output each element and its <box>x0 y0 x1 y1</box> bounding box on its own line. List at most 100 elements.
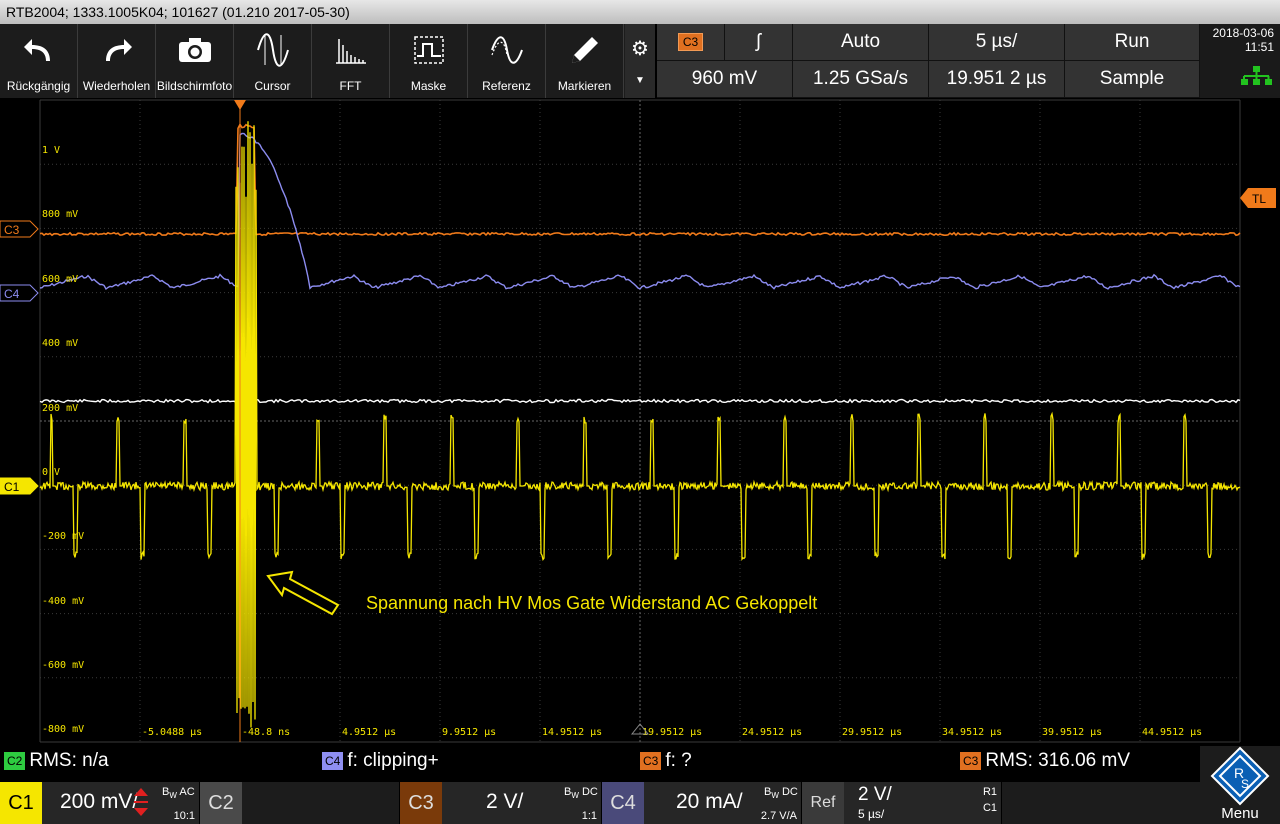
channel-c4[interactable]: C4 20 mA/ BW DC 2.7 V/A <box>602 782 802 824</box>
channel-c3[interactable]: C3 2 V/ BW DC 1:1 <box>400 782 602 824</box>
measurement-bar: C2 RMS: n/a C4 f: clipping+ C3 f: ? C3 R… <box>0 746 1200 780</box>
undo-button[interactable]: Rückgängig <box>0 24 78 98</box>
run-state-value: Run <box>1114 31 1150 52</box>
y-axis-label: 600 mV <box>42 274 78 285</box>
x-axis-label: 19.9512 µs <box>642 727 702 738</box>
menu-button[interactable]: R S Menu <box>1200 746 1280 824</box>
camera-icon <box>178 38 211 62</box>
window-title: RTB2004; 1333.1005K04; 101627 (01.210 20… <box>0 0 1280 24</box>
trigger-mode-value: Auto <box>840 31 881 52</box>
trigger-offset[interactable]: 19.951 2 µs <box>929 61 1065 98</box>
mask-label: Maske <box>410 79 447 93</box>
c4-ratio: 2.7 V/A <box>760 810 797 822</box>
fft-icon <box>335 39 366 64</box>
c3-ratio: 1:1 <box>581 810 597 822</box>
graticule <box>39 99 1241 743</box>
redo-label: Wiederholen <box>82 79 151 93</box>
channel-marker-label: C3 <box>4 223 20 237</box>
c4-bw: BW DC <box>764 786 798 801</box>
annotation-arrow <box>266 570 340 616</box>
reference-button[interactable]: Referenz <box>468 24 546 98</box>
trigger-level-value: 960 mV <box>691 68 758 89</box>
x-axis-label: 44.9512 µs <box>1142 727 1202 738</box>
measurement-1-tag: C2 <box>4 752 26 770</box>
measurement-1-text: RMS: n/a <box>29 750 109 771</box>
c1-bw-value: AC <box>179 786 195 798</box>
channel-c2[interactable]: C2 <box>200 782 400 824</box>
reference-label: Referenz <box>482 79 531 93</box>
ref-source: C1 <box>982 802 997 814</box>
trigger-mode[interactable]: Auto <box>793 24 929 61</box>
measurement-4[interactable]: C3 RMS: 316.06 mV <box>960 750 1130 772</box>
mark-button[interactable]: Markieren <box>546 24 624 98</box>
menu-label: Menu <box>1221 805 1259 822</box>
trigger-slope-value: ʃ <box>756 31 761 52</box>
x-axis-label: 9.9512 µs <box>442 727 496 738</box>
c1-scale-arrows-icon <box>134 788 148 816</box>
y-axis-label: 400 mV <box>42 338 78 349</box>
sample-rate-value: 1.25 GSa/s <box>812 68 909 89</box>
measurement-2-text: f: clipping+ <box>347 750 439 771</box>
cursor-label: Cursor <box>254 79 291 93</box>
undo-icon <box>23 39 50 61</box>
measurement-3-tag: C3 <box>640 752 662 770</box>
date-time: 2018-03-06 11:51 <box>1200 24 1280 98</box>
redo-button[interactable]: Wiederholen <box>78 24 156 98</box>
x-axis-label: 14.9512 µs <box>542 727 602 738</box>
measurement-2[interactable]: C4 f: clipping+ <box>322 750 439 772</box>
trigger-slope[interactable]: ʃ <box>725 24 793 61</box>
trigger-level[interactable]: 960 mV <box>657 61 793 98</box>
sample-rate[interactable]: 1.25 GSa/s <box>793 61 929 98</box>
acquisition-mode[interactable]: Sample <box>1065 61 1200 98</box>
undo-label: Rückgängig <box>6 79 71 93</box>
cursor-button[interactable]: Cursor <box>234 24 312 98</box>
measurement-3-text: f: ? <box>665 750 692 771</box>
gear-icon: ⚙ <box>631 38 649 60</box>
y-axis-label: -200 mV <box>42 531 84 542</box>
c1-tag: C1 <box>0 782 42 824</box>
mark-label: Markieren <box>557 79 612 93</box>
c2-tag: C2 <box>200 782 242 824</box>
cursor-wave-icon <box>256 33 289 67</box>
x-axis-label: 39.9512 µs <box>1042 727 1102 738</box>
chevron-down-icon: ▼ <box>635 75 645 86</box>
c3-scale: 2 V/ <box>486 790 524 813</box>
timebase[interactable]: 5 µs/ <box>929 24 1065 61</box>
x-axis-label: 4.9512 µs <box>342 727 396 738</box>
run-state[interactable]: Run <box>1065 24 1200 61</box>
channel-marker-label: C4 <box>4 287 20 301</box>
c3-bw-value: DC <box>581 786 598 798</box>
measurement-4-text: RMS: 316.06 mV <box>985 750 1131 771</box>
toolbar: Rückgängig Wiederholen Bildschirmfoto Cu… <box>0 24 630 98</box>
redo-icon <box>105 39 132 61</box>
screenshot-button[interactable]: Bildschirmfoto <box>156 24 234 98</box>
fft-button[interactable]: FFT <box>312 24 390 98</box>
x-axis-label: 34.9512 µs <box>942 727 1002 738</box>
ref-tag: Ref <box>802 782 844 824</box>
reference-wave-icon <box>490 36 523 64</box>
rs-logo-icon: R S <box>1210 746 1270 806</box>
x-axis-label: 29.9512 µs <box>842 727 902 738</box>
c1-ratio: 10:1 <box>173 810 195 822</box>
measurement-2-tag: C4 <box>322 752 344 770</box>
svg-text:S: S <box>1241 777 1249 791</box>
y-axis-label: -800 mV <box>42 724 84 735</box>
c1-bw: BW AC <box>162 786 195 801</box>
ref-r1: R1 <box>982 786 997 798</box>
measurement-1[interactable]: C2 RMS: n/a <box>4 750 109 772</box>
channel-c1[interactable]: C1 200 mV/ BW AC 10:1 <box>0 782 200 824</box>
status-grid: C3 ʃ Auto 5 µs/ Run 960 mV 1.25 GSa/s 19… <box>657 24 1200 98</box>
y-axis-label: 200 mV <box>42 403 78 414</box>
trigger-source-tag: C3 <box>677 33 704 51</box>
measurement-4-tag: C3 <box>960 752 982 770</box>
measurement-3[interactable]: C3 f: ? <box>640 750 692 772</box>
trigger-level-label: TL <box>1252 192 1266 206</box>
x-axis-label: -5.0488 µs <box>142 727 202 738</box>
settings-button[interactable]: ⚙ ▼ <box>625 24 655 98</box>
mask-icon <box>413 36 444 64</box>
waveform-display[interactable]: 1 V 800 mV 600 mV 400 mV 200 mV 0 V -200 mV -40… <box>0 98 1280 744</box>
mask-button[interactable]: Maske <box>390 24 468 98</box>
trigger-source[interactable]: C3 <box>657 24 725 61</box>
channel-ref[interactable]: Ref 2 V/ 5 µs/ R1 C1 <box>802 782 1002 824</box>
y-axis-label: 1 V <box>42 145 60 156</box>
